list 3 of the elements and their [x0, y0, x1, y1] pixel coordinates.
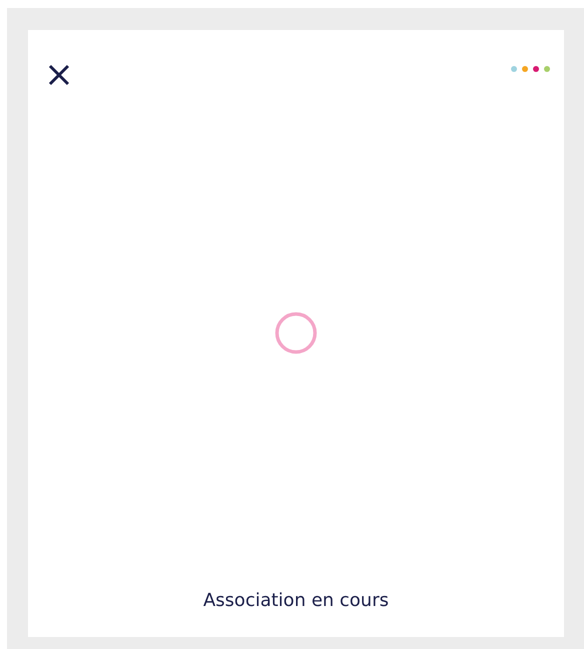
status-text: Association en cours [202, 590, 390, 613]
close-button[interactable] [48, 64, 70, 86]
close-icon [48, 64, 70, 86]
